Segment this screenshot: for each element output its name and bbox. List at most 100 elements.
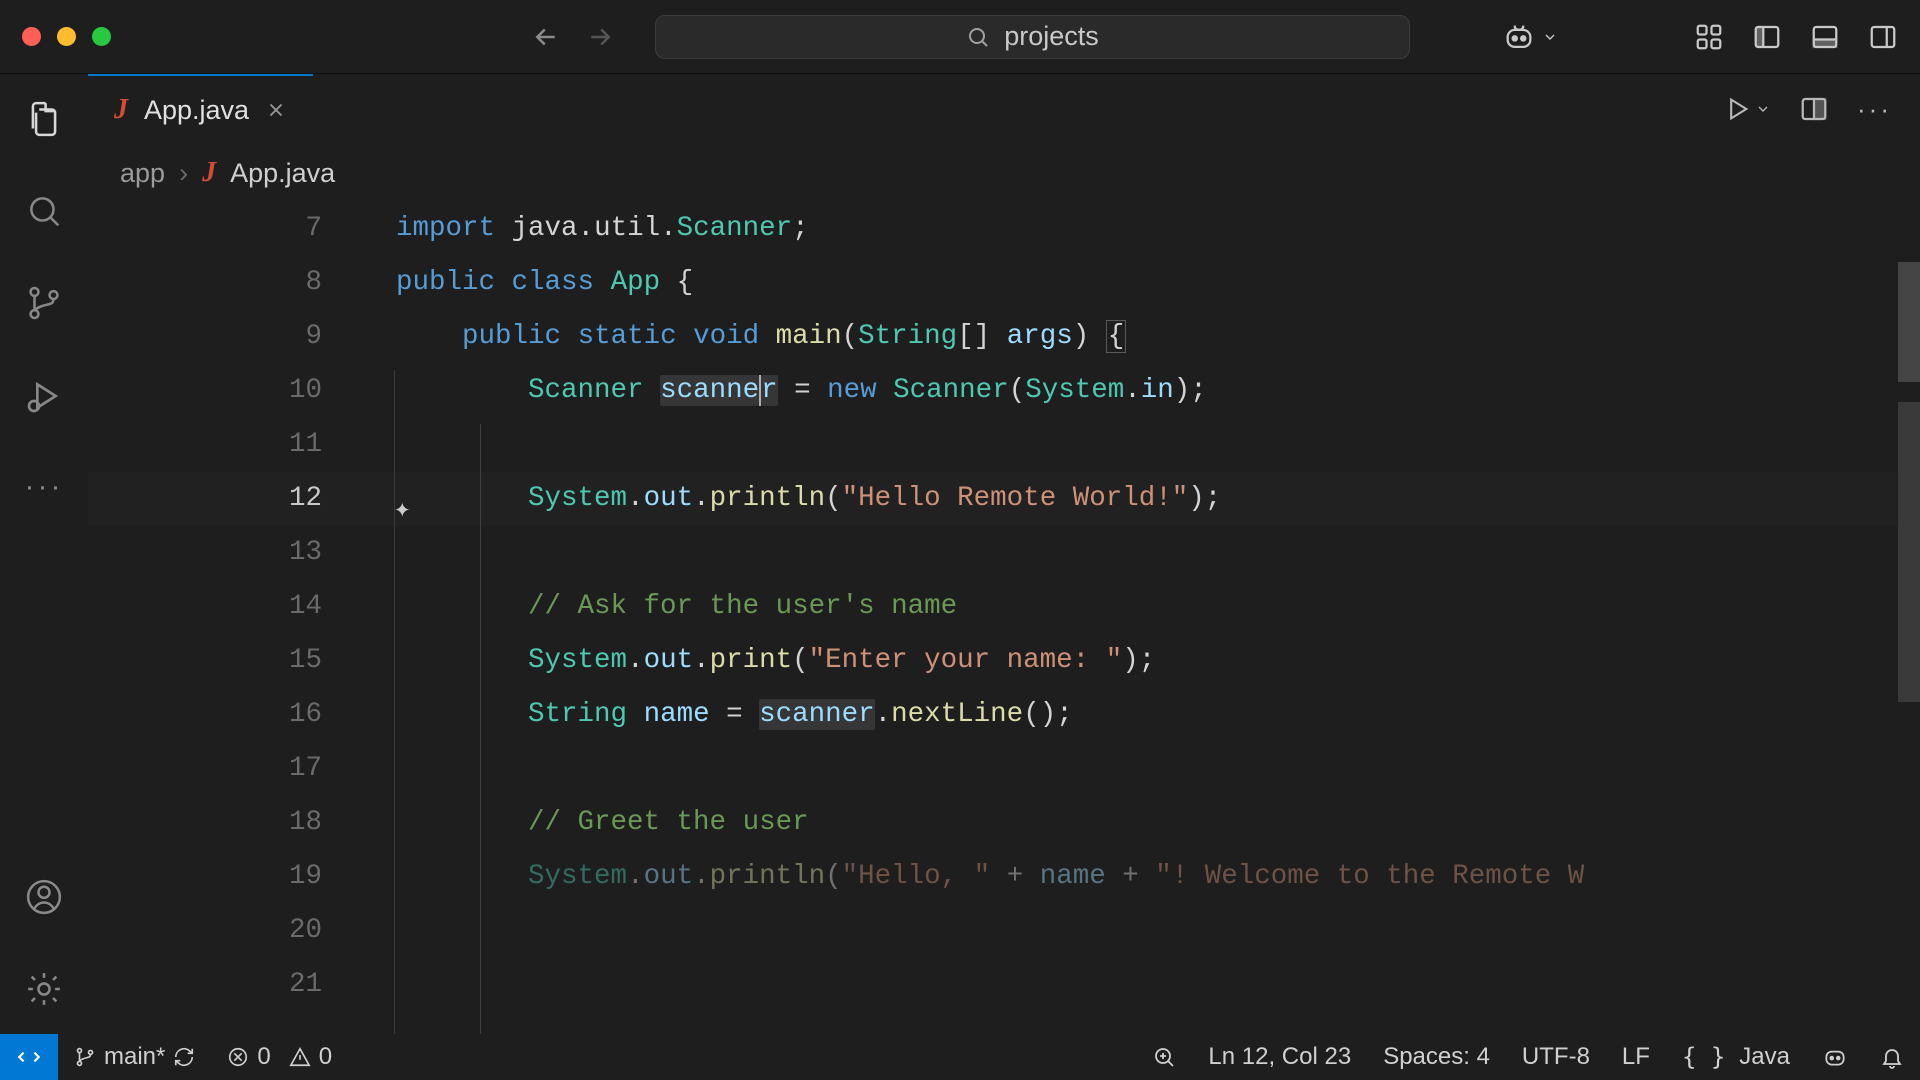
chevron-down-icon bbox=[1542, 29, 1558, 45]
line-number: 15 bbox=[88, 634, 358, 688]
eol-status[interactable]: LF bbox=[1606, 1043, 1666, 1071]
branch-name: main* bbox=[104, 1043, 165, 1071]
cursor-position-status[interactable]: Ln 12, Col 23 bbox=[1192, 1043, 1367, 1071]
git-branch-status[interactable]: main* bbox=[58, 1034, 211, 1080]
line-number: 11 bbox=[88, 418, 358, 472]
code-line[interactable]: System.out.println("Hello, " + name + "!… bbox=[396, 850, 1584, 904]
code-line[interactable]: Scanner scanner = new Scanner(System.in)… bbox=[396, 364, 1584, 418]
code-line[interactable]: System.out.print("Enter your name: "); bbox=[396, 634, 1584, 688]
gear-icon bbox=[25, 970, 63, 1008]
remote-indicator[interactable] bbox=[0, 1034, 58, 1080]
run-debug-tab[interactable] bbox=[24, 376, 64, 416]
code-line[interactable]: import java.util.Scanner; bbox=[396, 202, 1584, 256]
toggle-secondary-sidebar-button[interactable] bbox=[1868, 22, 1898, 52]
minimap[interactable] bbox=[1898, 262, 1920, 382]
editor-tabs: J App.java ··· bbox=[88, 74, 1920, 144]
minimize-window-button[interactable] bbox=[57, 27, 76, 46]
run-button[interactable] bbox=[1723, 95, 1771, 123]
line-number-gutter: 789101112131415161718192021 bbox=[88, 202, 358, 1012]
line-number: 12 bbox=[88, 472, 358, 526]
line-number: 9 bbox=[88, 310, 358, 364]
window-controls bbox=[22, 27, 111, 46]
more-actions-button[interactable]: ··· bbox=[1857, 94, 1892, 125]
java-file-icon: J bbox=[202, 157, 216, 189]
language-mode-status[interactable]: { } Java bbox=[1666, 1043, 1806, 1071]
line-number: 13 bbox=[88, 526, 358, 580]
close-icon bbox=[265, 99, 287, 121]
line-number: 17 bbox=[88, 742, 358, 796]
nav-forward-button[interactable] bbox=[585, 22, 615, 52]
search-icon bbox=[966, 25, 990, 49]
line-number: 10 bbox=[88, 364, 358, 418]
code-line[interactable]: // Greet the user bbox=[396, 796, 1584, 850]
code-line[interactable] bbox=[396, 742, 1584, 796]
line-number: 16 bbox=[88, 688, 358, 742]
error-count: 0 bbox=[257, 1043, 270, 1071]
problems-status[interactable]: 0 0 bbox=[211, 1034, 348, 1080]
breadcrumb-file[interactable]: App.java bbox=[230, 158, 335, 189]
code-line[interactable]: // Ask for the user's name bbox=[396, 580, 1584, 634]
line-number: 21 bbox=[88, 958, 358, 1012]
copilot-button[interactable] bbox=[1502, 20, 1558, 54]
bell-icon bbox=[1880, 1045, 1904, 1069]
breadcrumb-folder[interactable]: app bbox=[120, 158, 165, 189]
code-content[interactable]: import java.util.Scanner;public class Ap… bbox=[396, 202, 1584, 904]
line-number: 8 bbox=[88, 256, 358, 310]
close-window-button[interactable] bbox=[22, 27, 41, 46]
debug-icon bbox=[24, 376, 64, 416]
source-control-tab[interactable] bbox=[25, 284, 63, 322]
copilot-icon bbox=[1502, 20, 1536, 54]
line-number: 7 bbox=[88, 202, 358, 256]
code-line[interactable] bbox=[396, 526, 1584, 580]
copilot-status[interactable] bbox=[1806, 1044, 1864, 1070]
search-text: projects bbox=[1004, 21, 1099, 52]
close-tab-button[interactable] bbox=[265, 99, 287, 121]
search-tab[interactable] bbox=[25, 192, 63, 230]
branch-icon bbox=[25, 284, 63, 322]
accounts-button[interactable] bbox=[25, 878, 63, 916]
warning-icon bbox=[289, 1046, 311, 1068]
sync-icon[interactable] bbox=[173, 1046, 195, 1068]
code-line[interactable] bbox=[396, 418, 1584, 472]
code-editor[interactable]: 789101112131415161718192021 ✦ import jav… bbox=[88, 202, 1920, 1034]
line-number: 14 bbox=[88, 580, 358, 634]
more-views-button[interactable]: ··· bbox=[25, 470, 64, 504]
code-line[interactable]: String name = scanner.nextLine(); bbox=[396, 688, 1584, 742]
split-editor-button[interactable] bbox=[1799, 94, 1829, 124]
notifications-button[interactable] bbox=[1864, 1045, 1920, 1069]
settings-button[interactable] bbox=[25, 970, 63, 1008]
nav-back-button[interactable] bbox=[531, 22, 561, 52]
line-number: 20 bbox=[88, 904, 358, 958]
search-icon bbox=[25, 192, 63, 230]
code-line[interactable]: public static void main(String[] args) { bbox=[396, 310, 1584, 364]
indentation-status[interactable]: Spaces: 4 bbox=[1367, 1043, 1506, 1071]
files-icon bbox=[25, 100, 63, 138]
zoom-status[interactable] bbox=[1136, 1045, 1192, 1069]
minimap[interactable] bbox=[1898, 402, 1920, 702]
explorer-tab[interactable] bbox=[25, 100, 63, 138]
indent-guide bbox=[394, 370, 395, 1034]
command-center-search[interactable]: projects bbox=[655, 15, 1410, 59]
tab-label: App.java bbox=[144, 95, 249, 126]
toggle-panel-button[interactable] bbox=[1810, 22, 1840, 52]
toggle-primary-sidebar-button[interactable] bbox=[1752, 22, 1782, 52]
breadcrumbs[interactable]: app › J App.java bbox=[88, 144, 1920, 202]
play-icon bbox=[1723, 95, 1751, 123]
activity-bar: ··· bbox=[0, 74, 88, 1034]
code-line[interactable]: public class App { bbox=[396, 256, 1584, 310]
account-icon bbox=[25, 878, 63, 916]
line-number: 19 bbox=[88, 850, 358, 904]
customize-layout-button[interactable] bbox=[1694, 22, 1724, 52]
encoding-status[interactable]: UTF-8 bbox=[1506, 1043, 1606, 1071]
title-bar: projects bbox=[0, 0, 1920, 74]
split-icon bbox=[1799, 94, 1829, 124]
code-line[interactable]: System.out.println("Hello Remote World!"… bbox=[396, 472, 1584, 526]
maximize-window-button[interactable] bbox=[92, 27, 111, 46]
status-bar: main* 0 0 Ln 12, Col 23 Spaces: 4 UTF-8 … bbox=[0, 1034, 1920, 1080]
zoom-in-icon bbox=[1152, 1045, 1176, 1069]
line-number: 18 bbox=[88, 796, 358, 850]
chevron-down-icon bbox=[1755, 101, 1771, 117]
chevron-right-icon: › bbox=[179, 158, 188, 189]
tab-app-java[interactable]: J App.java bbox=[88, 74, 313, 144]
branch-icon bbox=[74, 1046, 96, 1068]
